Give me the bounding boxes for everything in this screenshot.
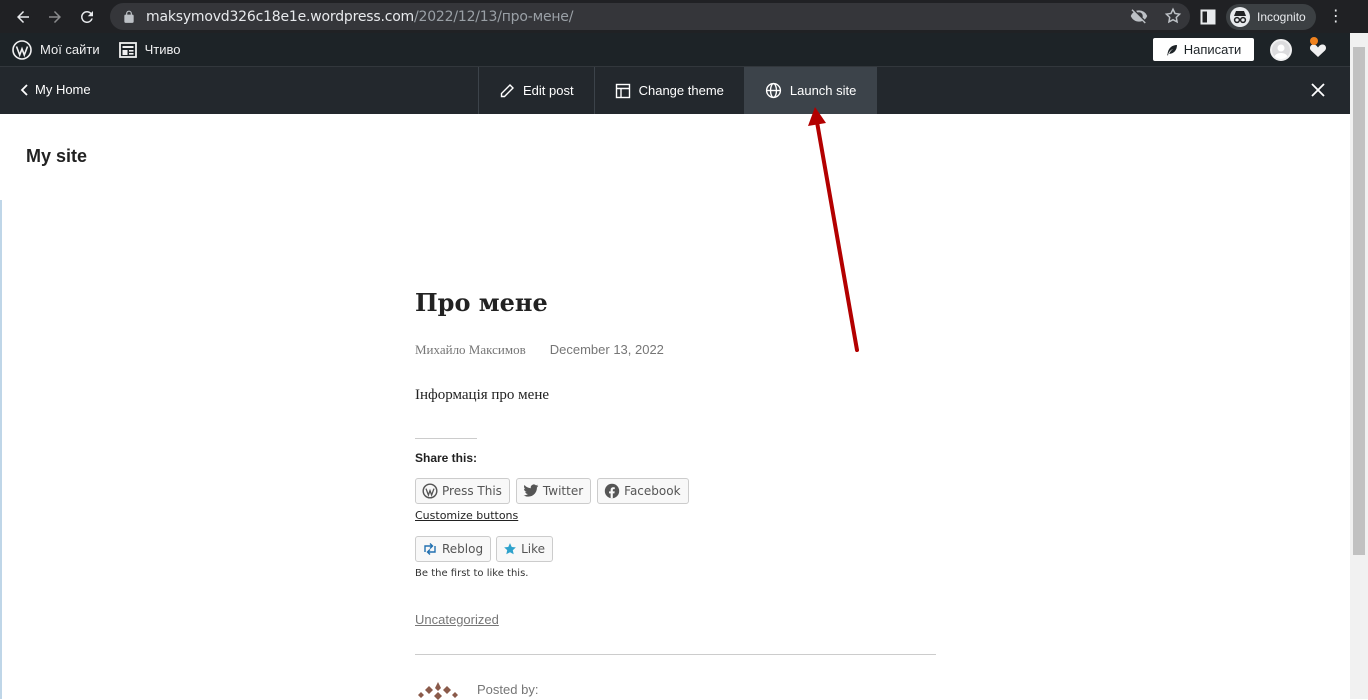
reader-menu[interactable]: Чтиво [118, 41, 181, 58]
press-this-label: Press This [442, 484, 502, 498]
post-title: Про мене [415, 288, 548, 317]
eye-off-icon[interactable] [1130, 7, 1148, 25]
my-home-label: My Home [35, 82, 91, 97]
frame-edge [0, 200, 2, 699]
lock-icon [124, 10, 134, 23]
launch-site-button[interactable]: Launch site [743, 67, 878, 114]
reload-button[interactable] [72, 2, 102, 32]
kebab-menu-icon[interactable]: ⋮ [1328, 8, 1344, 25]
twitter-label: Twitter [542, 484, 584, 498]
change-theme-label: Change theme [638, 83, 724, 98]
scrollbar-thumb[interactable] [1353, 47, 1365, 555]
post-divider [415, 654, 936, 655]
star-icon[interactable] [1164, 7, 1182, 25]
url-text: maksymovd326c18e1e.wordpress.com/2022/12… [146, 9, 573, 25]
wordpress-logo-icon [12, 39, 32, 60]
wp-admin-bar: Мої сайти Чтиво Написати [0, 33, 1350, 66]
avatar[interactable] [1270, 39, 1292, 61]
page-scrollbar[interactable] [1350, 33, 1368, 699]
posted-by-label: Posted by: [477, 682, 539, 697]
reader-label: Чтиво [144, 42, 181, 57]
share-divider [415, 438, 477, 439]
wordpress-icon [422, 483, 438, 499]
url-host: maksymovd326c18e1e.wordpress.com [146, 8, 414, 25]
first-to-like-text: Be the first to like this. [415, 568, 529, 579]
author-avatar [415, 678, 461, 700]
press-this-button[interactable]: Press This [415, 478, 510, 504]
star-icon [504, 543, 516, 555]
my-sites-menu[interactable]: Мої сайти [12, 39, 100, 60]
share-title: Share this: [415, 451, 478, 465]
category-link[interactable]: Uncategorized [415, 612, 499, 627]
reload-icon [81, 10, 93, 23]
my-home-link[interactable]: My Home [20, 82, 91, 97]
quill-icon [1166, 44, 1177, 55]
edit-post-button[interactable]: Edit post [478, 67, 594, 114]
address-bar[interactable]: maksymovd326c18e1e.wordpress.com/2022/12… [110, 3, 1190, 30]
my-sites-label: Мої сайти [40, 42, 100, 57]
write-label: Написати [1183, 42, 1242, 57]
reader-icon [118, 41, 137, 58]
write-button[interactable]: Написати [1153, 38, 1254, 61]
browser-toolbar: maksymovd326c18e1e.wordpress.com/2022/12… [0, 0, 1368, 33]
incognito-label: Incognito [1257, 9, 1306, 24]
facebook-button[interactable]: Facebook [597, 478, 689, 504]
side-panel-icon[interactable] [1200, 9, 1216, 25]
layout-icon [615, 83, 630, 98]
facebook-label: Facebook [624, 484, 681, 498]
launch-site-label: Launch site [789, 83, 857, 98]
forward-icon [49, 10, 61, 23]
reblog-icon [424, 543, 436, 555]
site-title[interactable]: My site [26, 146, 87, 167]
forward-button[interactable] [40, 2, 70, 32]
close-icon[interactable] [1308, 80, 1328, 100]
chevron-left-icon [20, 83, 28, 96]
facebook-icon [604, 483, 620, 499]
pencil-icon [500, 83, 514, 97]
post-date[interactable]: December 13, 2022 [550, 342, 664, 358]
globe-icon [765, 82, 781, 99]
like-button[interactable]: Like [496, 536, 554, 562]
edit-post-label: Edit post [523, 83, 574, 98]
reblog-label: Reblog [442, 542, 484, 556]
twitter-button[interactable]: Twitter [515, 478, 592, 504]
back-icon [17, 10, 29, 23]
like-widget: Reblog Like [415, 536, 554, 562]
back-button[interactable] [8, 2, 38, 32]
like-label: Like [521, 542, 546, 556]
share-buttons: Press This Twitter Facebook [415, 478, 689, 504]
incognito-badge[interactable]: Incognito [1226, 3, 1316, 30]
twitter-icon [523, 484, 539, 497]
notification-badge [1310, 37, 1318, 45]
post-meta: Михайло Максимов December 13, 2022 [415, 342, 664, 358]
post-author[interactable]: Михайло Максимов [415, 342, 526, 358]
post-body: Інформація про мене [415, 387, 550, 403]
customize-buttons-link[interactable]: Customize buttons [415, 509, 518, 522]
incognito-icon [1230, 6, 1250, 27]
site-toolbar: My Home Edit post Change theme Launch si… [0, 66, 1350, 114]
url-path: /2022/12/13/про-мене/ [414, 8, 574, 25]
reblog-button[interactable]: Reblog [415, 536, 492, 562]
change-theme-button[interactable]: Change theme [593, 67, 744, 114]
